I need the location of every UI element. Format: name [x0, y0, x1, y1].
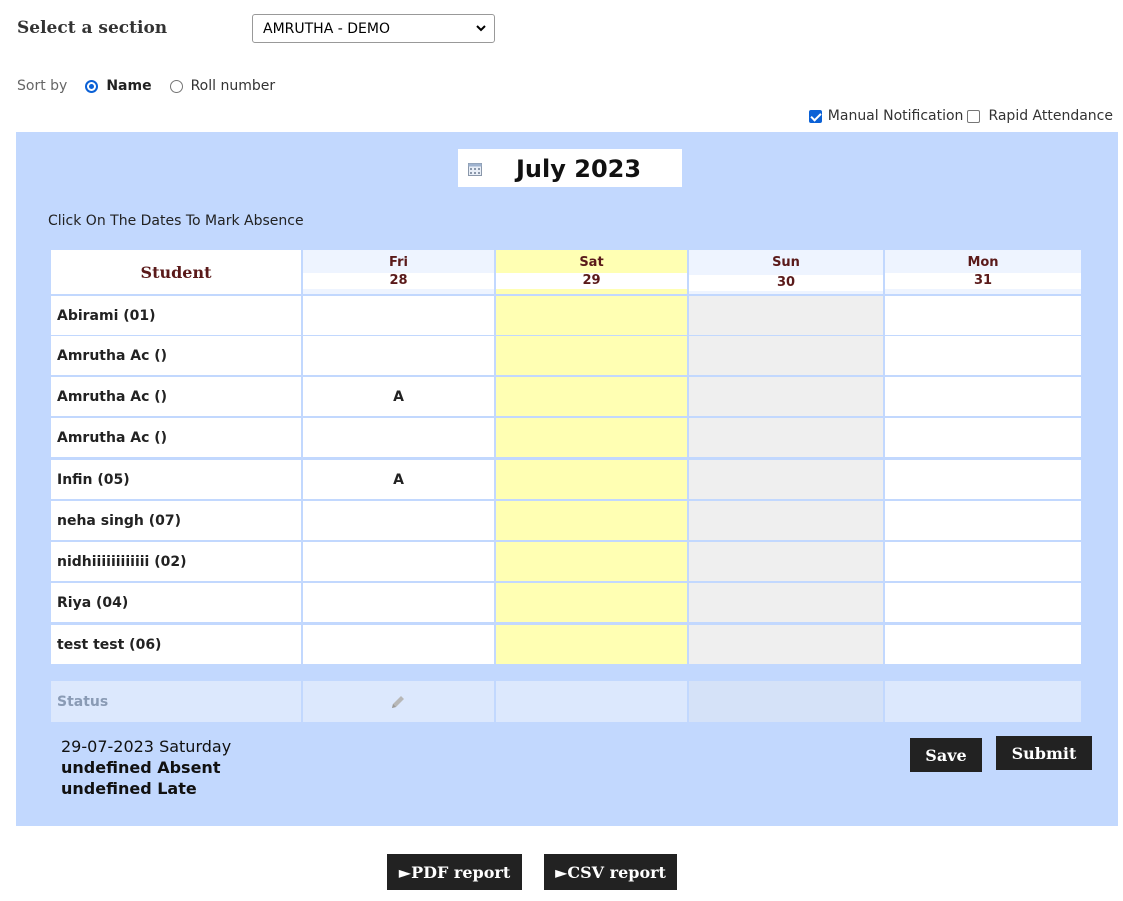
day-date: 28 — [303, 273, 494, 289]
status-cell-sun — [689, 681, 885, 722]
attendance-cell[interactable] — [303, 625, 496, 666]
attendance-panel: July 2023 Click On The Dates To Mark Abs… — [16, 132, 1118, 826]
day-name: Mon — [885, 250, 1081, 273]
attendance-cell[interactable] — [885, 377, 1083, 418]
attendance-cell[interactable] — [303, 418, 496, 459]
attendance-cell[interactable] — [885, 460, 1083, 501]
attendance-cell[interactable] — [303, 542, 496, 583]
sort-roll-radio[interactable] — [169, 79, 183, 93]
attendance-cell[interactable] — [689, 336, 885, 377]
sort-roll-label[interactable]: Roll number — [191, 78, 276, 94]
student-name: test test (06) — [51, 625, 303, 666]
attendance-cell[interactable] — [689, 625, 885, 666]
day-date: 31 — [885, 273, 1081, 289]
day-summary: 29-07-2023 Saturday undefined Absent und… — [61, 736, 231, 799]
day-name: Fri — [303, 250, 494, 273]
rapid-attendance-label[interactable]: Rapid Attendance — [988, 108, 1113, 124]
status-cell-fri[interactable] — [303, 681, 496, 722]
attendance-cell[interactable] — [689, 377, 885, 418]
manual-notification-checkbox[interactable] — [808, 109, 822, 123]
attendance-cell[interactable] — [689, 542, 885, 583]
student-name: Amrutha Ac () — [51, 336, 303, 377]
attendance-cell[interactable] — [496, 501, 689, 542]
attendance-cell[interactable] — [885, 501, 1083, 542]
attendance-cell[interactable] — [303, 501, 496, 542]
attendance-cell[interactable] — [689, 583, 885, 624]
save-button[interactable]: Save — [910, 738, 982, 772]
attendance-cell[interactable] — [303, 296, 496, 337]
day-header-mon[interactable]: Mon 31 — [885, 250, 1083, 296]
student-name: neha singh (07) — [51, 501, 303, 542]
manual-notification-label[interactable]: Manual Notification — [828, 108, 964, 124]
csv-report-button[interactable]: ►CSV report — [544, 854, 677, 890]
status-cell-mon — [885, 681, 1083, 722]
section-label: Select a section — [17, 18, 168, 38]
attendance-cell[interactable] — [496, 542, 689, 583]
summary-late: undefined Late — [61, 779, 197, 798]
attendance-cell[interactable] — [689, 418, 885, 459]
attendance-cell[interactable] — [303, 336, 496, 377]
instruction-text: Click On The Dates To Mark Absence — [48, 213, 304, 229]
calendar-icon[interactable] — [468, 162, 482, 176]
summary-date: 29-07-2023 Saturday — [61, 737, 232, 756]
day-name: Sun — [689, 250, 883, 273]
attendance-cell[interactable] — [496, 418, 689, 459]
attendance-cell[interactable] — [885, 583, 1083, 624]
student-name: Riya (04) — [51, 583, 303, 624]
attendance-cell[interactable] — [885, 296, 1083, 337]
attendance-cell[interactable] — [496, 296, 689, 337]
attendance-cell[interactable] — [885, 542, 1083, 583]
rapid-attendance-checkbox[interactable] — [967, 109, 981, 123]
student-name: Amrutha Ac () — [51, 377, 303, 418]
student-name: Abirami (01) — [51, 296, 303, 337]
pdf-report-button[interactable]: ►PDF report — [387, 854, 522, 890]
notification-options: Manual Notification Rapid Attendance — [808, 108, 1113, 124]
status-cell-sat — [496, 681, 689, 722]
day-header-sun[interactable]: Sun 30 — [689, 250, 885, 296]
month-picker[interactable]: July 2023 — [458, 149, 682, 187]
day-date: 30 — [689, 275, 883, 291]
attendance-cell[interactable] — [689, 501, 885, 542]
attendance-cell[interactable] — [496, 625, 689, 666]
section-select-value: AMRUTHA - DEMO — [263, 21, 390, 37]
attendance-cell[interactable]: A — [303, 460, 496, 501]
student-name: Amrutha Ac () — [51, 418, 303, 459]
sort-label: Sort by — [17, 78, 68, 94]
attendance-cell[interactable] — [496, 336, 689, 377]
attendance-cell[interactable] — [689, 296, 885, 337]
day-header-fri[interactable]: Fri 28 — [303, 250, 496, 296]
day-name: Sat — [496, 250, 687, 273]
student-column-header: Student — [51, 250, 303, 296]
day-date: 29 — [496, 273, 687, 289]
student-name: Infin (05) — [51, 460, 303, 501]
attendance-cell[interactable] — [885, 625, 1083, 666]
sort-name-label[interactable]: Name — [106, 78, 151, 94]
sort-row: Sort by Name Roll number — [17, 78, 275, 94]
section-select[interactable]: AMRUTHA - DEMO — [252, 14, 495, 43]
attendance-cell[interactable] — [496, 377, 689, 418]
attendance-cell[interactable] — [885, 336, 1083, 377]
attendance-cell[interactable] — [689, 460, 885, 501]
attendance-cell[interactable] — [496, 460, 689, 501]
status-label: Status — [51, 681, 303, 722]
attendance-cell[interactable]: A — [303, 377, 496, 418]
summary-absent: undefined Absent — [61, 758, 221, 777]
student-name: nidhiiiiiiiiiiii (02) — [51, 542, 303, 583]
submit-button[interactable]: Submit — [996, 736, 1092, 770]
attendance-cell[interactable] — [885, 418, 1083, 459]
pencil-icon[interactable] — [390, 694, 406, 710]
month-title: July 2023 — [516, 155, 642, 183]
sort-name-radio[interactable] — [85, 79, 99, 93]
attendance-cell[interactable] — [303, 583, 496, 624]
chevron-down-icon — [476, 25, 486, 32]
day-header-sat[interactable]: Sat 29 — [496, 250, 689, 296]
attendance-cell[interactable] — [496, 583, 689, 624]
